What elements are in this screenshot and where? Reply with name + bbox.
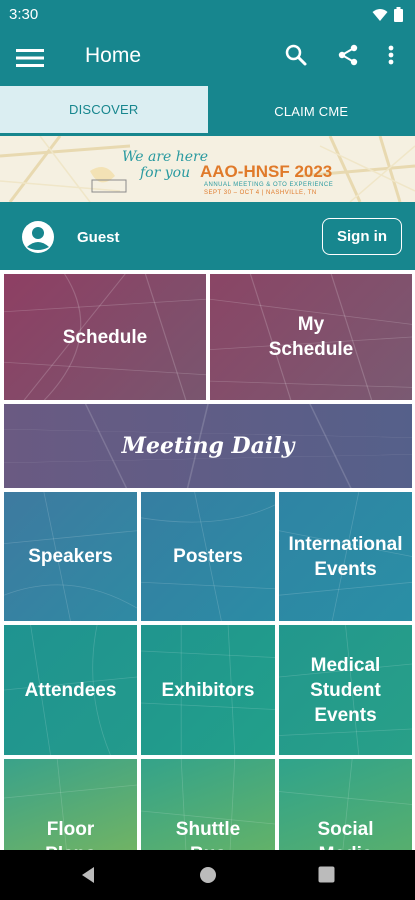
tile-posters-label: Posters	[173, 546, 243, 567]
tile-attendees[interactable]: Attendees	[4, 625, 137, 755]
tile-shuttle-bus[interactable]: Shuttle Bus	[141, 759, 275, 850]
sign-in-button[interactable]: Sign in	[322, 218, 402, 255]
person-icon	[22, 221, 54, 253]
status-bar: 3:30	[0, 0, 415, 30]
home-grid: Schedule My Schedule Meeting Daily Speak…	[0, 270, 415, 850]
more-vert-icon[interactable]	[381, 43, 401, 67]
tab-claim-cme[interactable]: CLAIM CME	[207, 86, 415, 136]
banner-subtitle-2: SEPT 30 – OCT 4 | NASHVILLE, TN	[204, 190, 317, 196]
banner-subtitle-1: ANNUAL MEETING & OTO EXPERIENCE	[204, 182, 334, 188]
tab-discover[interactable]: DISCOVER	[0, 86, 208, 136]
tile-meeting-daily[interactable]: Meeting Daily	[4, 404, 412, 488]
recent-apps-icon[interactable]	[318, 866, 335, 883]
tile-exhibitors[interactable]: Exhibitors	[141, 625, 275, 755]
share-icon[interactable]	[336, 43, 360, 67]
tile-speakers-label: Speakers	[28, 546, 113, 567]
tile-medical-student-events-label: Medical Student Events	[310, 654, 381, 726]
banner-tagline-2: for you	[140, 165, 191, 181]
tile-my-schedule-label: My Schedule	[268, 314, 354, 360]
wifi-icon	[372, 8, 388, 21]
tile-medical-student-events[interactable]: Medical Student Events	[279, 625, 412, 755]
status-icons	[372, 7, 403, 22]
tile-floor-plans-label: Floor Plans	[45, 819, 96, 850]
tile-shuttle-bus-label: Shuttle Bus	[175, 819, 241, 850]
banner-tagline-1: We are here	[122, 149, 209, 165]
tile-social-media-label: Social Media	[317, 819, 374, 850]
search-icon[interactable]	[284, 43, 308, 67]
back-icon[interactable]	[80, 866, 96, 884]
tile-posters[interactable]: Posters	[141, 492, 275, 621]
system-nav-bar	[0, 850, 415, 900]
tile-attendees-label: Attendees	[24, 679, 117, 701]
tile-social-media[interactable]: Social Media	[279, 759, 412, 850]
tile-schedule[interactable]: Schedule	[4, 274, 206, 400]
promo-banner[interactable]: We are here for you AAO-HNSF 2023 ANNUAL…	[0, 136, 415, 202]
home-icon[interactable]	[199, 866, 217, 884]
tile-speakers[interactable]: Speakers	[4, 492, 137, 621]
tile-meeting-daily-label: Meeting Daily	[121, 432, 295, 459]
status-time: 3:30	[9, 6, 39, 23]
tile-schedule-label: Schedule	[62, 326, 148, 348]
user-name: Guest	[77, 229, 120, 246]
battery-icon	[394, 7, 403, 22]
page-title: Home	[85, 44, 142, 67]
banner-brand: AAO-HNSF 2023	[200, 162, 333, 181]
menu-icon[interactable]	[16, 44, 44, 72]
tile-my-schedule[interactable]: My Schedule	[210, 274, 412, 400]
tile-international-events[interactable]: International Events	[279, 492, 412, 621]
app-bar: Home	[0, 30, 415, 86]
tile-international-events-label: International Events	[288, 533, 403, 580]
tile-floor-plans[interactable]: Floor Plans	[4, 759, 137, 850]
tile-exhibitors-label: Exhibitors	[161, 679, 255, 701]
tab-bar: DISCOVER CLAIM CME	[0, 86, 415, 136]
user-bar: Guest Sign in	[0, 202, 415, 270]
